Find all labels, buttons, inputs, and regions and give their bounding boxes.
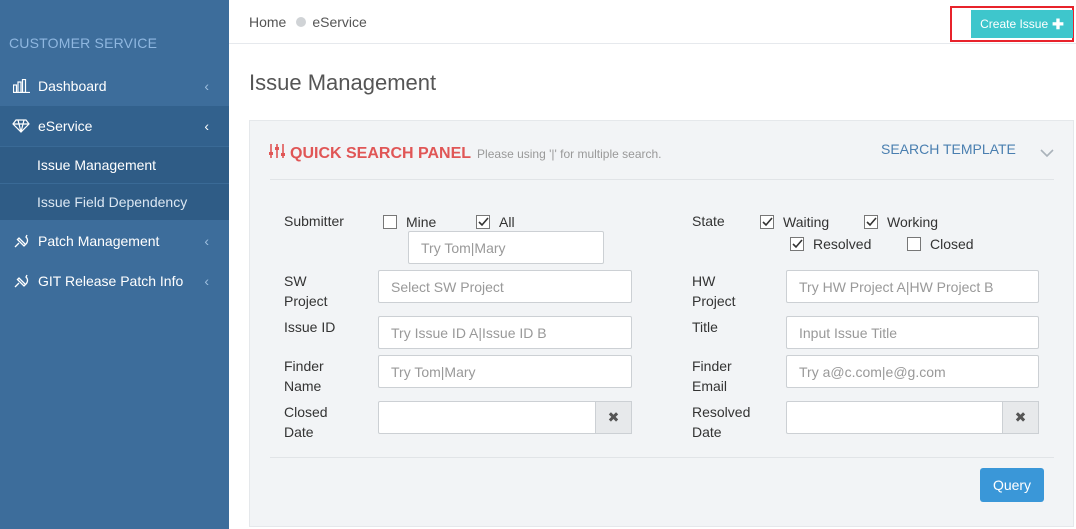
resolved-date-label-2: Date xyxy=(692,424,722,440)
checkbox-unchecked-icon xyxy=(383,215,397,229)
closed-date-label: Closed xyxy=(284,404,328,420)
sidebar-subitem-issue-field-dependency[interactable]: Issue Field Dependency xyxy=(0,184,229,220)
sw-project-label-2: Project xyxy=(284,293,328,309)
plug-icon xyxy=(12,232,30,250)
hw-project-label: HW xyxy=(692,273,716,289)
closed-date-clear-button[interactable]: ✖ xyxy=(596,401,632,434)
issue-id-label: Issue ID xyxy=(284,319,336,335)
checkmark-icon xyxy=(864,215,878,229)
finder-name-label-2: Name xyxy=(284,378,322,394)
checkbox-label: All xyxy=(499,214,515,230)
chevron-left-icon: ‹ xyxy=(204,233,209,249)
submitter-label: Submitter xyxy=(284,213,344,229)
hw-project-input[interactable] xyxy=(786,270,1039,303)
checkmark-icon xyxy=(760,215,774,229)
resolved-date-label: Resolved xyxy=(692,404,751,420)
panel-divider xyxy=(270,179,1054,180)
panel-hint: Please using '|' for multiple search. xyxy=(477,146,662,161)
state-working-checkbox[interactable]: Working xyxy=(864,214,938,230)
create-issue-button[interactable]: Create Issue ✚ xyxy=(971,10,1073,38)
finder-name-label: Finder xyxy=(284,358,324,374)
panel-header: QUICK SEARCH PANEL Please using '|' for … xyxy=(268,143,662,164)
sidebar-item-git-release-patch-info[interactable]: GIT Release Patch Info ‹ xyxy=(0,261,229,301)
submitter-input[interactable] xyxy=(408,231,604,264)
closed-date-input[interactable] xyxy=(378,401,596,434)
checkmark-icon xyxy=(476,215,490,229)
checkbox-label: Closed xyxy=(930,236,974,252)
plug-icon xyxy=(12,272,30,290)
breadcrumb-home[interactable]: Home xyxy=(249,14,286,30)
resolved-date-clear-button[interactable]: ✖ xyxy=(1003,401,1039,434)
breadcrumb: Home eService xyxy=(249,14,367,30)
breadcrumb-current: eService xyxy=(312,14,367,30)
chevron-left-icon: ‹ xyxy=(204,118,209,134)
finder-email-input[interactable] xyxy=(786,355,1039,388)
state-waiting-checkbox[interactable]: Waiting xyxy=(760,214,829,230)
closed-date-label-2: Date xyxy=(284,424,314,440)
breadcrumb-separator-icon xyxy=(296,17,307,27)
checkmark-icon xyxy=(790,237,804,251)
sidebar-item-dashboard[interactable]: Dashboard ‹ xyxy=(0,66,229,106)
hw-project-label-2: Project xyxy=(692,293,736,309)
state-closed-checkbox[interactable]: Closed xyxy=(907,236,974,252)
sidebar-brand: CUSTOMER SERVICE xyxy=(9,35,158,51)
sidebar-item-label: Dashboard xyxy=(38,78,107,94)
sidebar-subitem-issue-management[interactable]: Issue Management xyxy=(0,147,229,183)
sw-project-select[interactable] xyxy=(378,270,632,303)
chevron-left-icon: ‹ xyxy=(204,273,209,289)
checkbox-label: Mine xyxy=(406,214,437,230)
page-title: Issue Management xyxy=(249,70,437,95)
title-label: Title xyxy=(692,319,718,335)
submitter-mine-checkbox[interactable]: Mine xyxy=(383,214,436,230)
create-issue-highlight: Create Issue ✚ xyxy=(950,6,1074,42)
submitter-all-checkbox[interactable]: All xyxy=(476,214,515,230)
finder-email-label-2: Email xyxy=(692,378,728,394)
quick-search-panel: QUICK SEARCH PANEL Please using '|' for … xyxy=(249,120,1074,527)
sidebar-item-label: Patch Management xyxy=(38,233,160,249)
issue-id-input[interactable] xyxy=(378,316,632,349)
sidebar-item-label: GIT Release Patch Info xyxy=(38,273,184,289)
panel-title: QUICK SEARCH PANEL xyxy=(290,144,472,162)
sidebar-item-patch-management[interactable]: Patch Management ‹ xyxy=(0,221,229,261)
panel-divider xyxy=(270,457,1054,458)
top-bar: Home eService Create Issue ✚ xyxy=(229,0,1076,44)
finder-email-label: Finder xyxy=(692,358,732,374)
title-input[interactable] xyxy=(786,316,1039,349)
query-button[interactable]: Query xyxy=(980,468,1044,502)
search-template-link[interactable]: SEARCH TEMPLATE xyxy=(881,141,1016,157)
state-label: State xyxy=(692,213,725,229)
checkbox-label: Resolved xyxy=(813,236,872,252)
sidebar-item-label: eService xyxy=(38,118,93,134)
plus-icon: ✚ xyxy=(1052,15,1064,32)
chevron-left-icon: ‹ xyxy=(204,78,209,94)
checkbox-label: Working xyxy=(887,214,939,230)
resolved-date-input[interactable] xyxy=(786,401,1003,434)
bar-chart-icon xyxy=(12,77,30,95)
sw-project-label: SW xyxy=(284,273,307,289)
sliders-icon xyxy=(268,143,286,164)
state-resolved-checkbox[interactable]: Resolved xyxy=(790,236,871,252)
sidebar: CUSTOMER SERVICE Dashboard ‹ eService ‹ … xyxy=(0,0,229,529)
create-issue-label: Create Issue xyxy=(980,17,1049,31)
checkbox-unchecked-icon xyxy=(907,237,921,251)
checkbox-label: Waiting xyxy=(783,214,830,230)
diamond-icon xyxy=(12,117,30,135)
finder-name-input[interactable] xyxy=(378,355,632,388)
sidebar-item-eservice[interactable]: eService ‹ xyxy=(0,106,229,146)
chevron-down-icon[interactable] xyxy=(1039,145,1055,161)
